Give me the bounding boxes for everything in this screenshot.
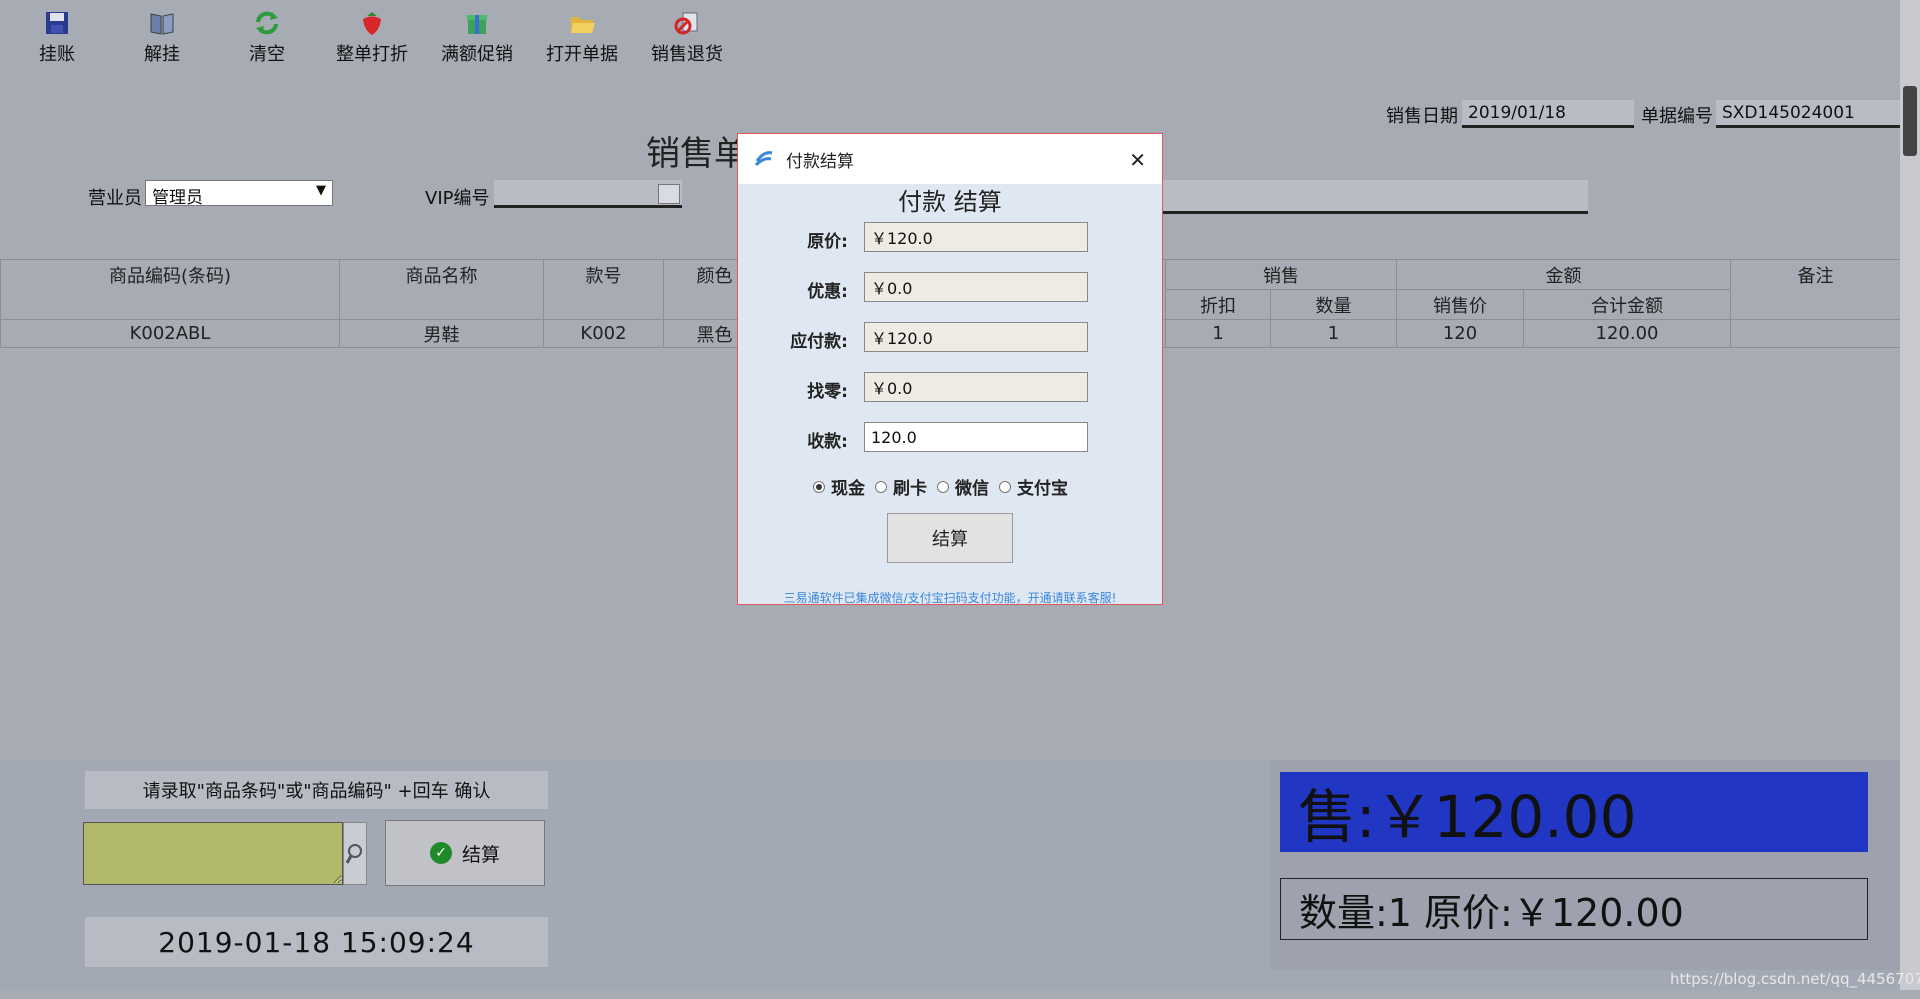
sale-summary-display: 数量:1 原价:￥120.00 <box>1280 878 1868 940</box>
payment-method-group: 现金 刷卡 微信 支付宝 <box>813 474 1068 499</box>
col-header-name: 商品名称 <box>339 259 544 320</box>
toolbar-label: 挂账 <box>39 44 75 65</box>
close-icon[interactable]: ✕ <box>1129 148 1146 172</box>
salesperson-select[interactable]: 管理员 ▼ <box>145 180 333 208</box>
confirm-payment-button[interactable]: 结算 <box>887 513 1013 563</box>
book-icon <box>150 13 174 35</box>
gift-box-icon <box>467 15 487 34</box>
cell-qty[interactable]: 1 <box>1270 319 1397 348</box>
toolbar-label: 整单打折 <box>336 44 408 65</box>
salesperson-value: 管理员 <box>152 188 203 208</box>
col-header-price: 销售价 <box>1396 289 1524 320</box>
scan-hint: 请录取"商品条码"或"商品编码" +回车 确认 <box>85 771 548 809</box>
amount-due-field[interactable] <box>864 322 1088 352</box>
original-price-label: 原价: <box>807 232 848 252</box>
vip-lookup-icon[interactable] <box>658 184 680 204</box>
change-label: 找零: <box>807 382 848 402</box>
toolbar-button-hang[interactable]: 挂账 <box>7 10 107 66</box>
sale-date-field[interactable] <box>1462 100 1634 128</box>
checkmark-icon: ✓ <box>429 842 452 864</box>
payment-radio-label: 现金 <box>831 479 865 499</box>
chevron-down-icon: ▼ <box>316 183 326 198</box>
datetime-display: 2019-01-18 15:09:24 <box>85 917 548 967</box>
cell-remark[interactable] <box>1730 319 1901 348</box>
dialog-note: 三易通软件已集成微信/支付宝扫码支付功能，开通请联系客服! <box>783 591 1117 605</box>
cell-code[interactable]: K002ABL <box>0 319 340 348</box>
strawberry-icon <box>363 12 381 35</box>
barcode-input[interactable] <box>83 822 343 885</box>
col-header-sales-group: 销售 <box>1165 259 1397 290</box>
toolbar-button-open-doc[interactable]: 打开单据 <box>532 10 632 66</box>
header-extra-field[interactable] <box>1162 180 1588 214</box>
page-title: 销售单 <box>646 134 748 174</box>
cell-price[interactable]: 120 <box>1396 319 1524 348</box>
radio-icon <box>875 480 887 493</box>
col-header-remark: 备注 <box>1730 259 1901 320</box>
folder-icon <box>571 17 595 33</box>
payment-radio-cash[interactable]: 现金 <box>813 474 865 499</box>
toolbar-button-return[interactable]: 销售退货 <box>637 10 737 66</box>
col-header-code: 商品编码(条码) <box>0 259 340 320</box>
toolbar-label: 打开单据 <box>546 44 618 65</box>
return-icon <box>674 12 698 35</box>
cell-style[interactable]: K002 <box>543 319 664 348</box>
floppy-icon <box>46 12 68 34</box>
received-label: 收款: <box>807 432 848 452</box>
discount-field[interactable] <box>864 272 1088 302</box>
vip-field[interactable] <box>494 180 682 208</box>
amount-due-label: 应付款: <box>790 332 848 352</box>
payment-radio-wechat[interactable]: 微信 <box>937 474 989 499</box>
dialog-title: 付款结算 <box>786 151 854 172</box>
col-header-style: 款号 <box>543 259 664 320</box>
watermark-text: https://blog.csdn.net/qq_4456707 <box>1670 970 1920 988</box>
radio-selected-icon <box>813 480 825 493</box>
doc-number-field[interactable] <box>1716 100 1900 128</box>
col-header-qty: 数量 <box>1270 289 1397 320</box>
radio-icon <box>937 480 949 493</box>
checkout-label: 结算 <box>461 843 500 866</box>
dialog-heading: 付款 结算 <box>898 188 1002 216</box>
dialog-header: 付款结算 ✕ <box>738 134 1162 184</box>
col-header-discount: 折扣 <box>1165 289 1271 320</box>
radio-icon <box>999 480 1011 493</box>
sale-date-label: 销售日期 <box>1386 106 1458 127</box>
discount-label: 优惠: <box>807 282 848 302</box>
col-header-amount-group: 金额 <box>1396 259 1731 290</box>
vip-label: VIP编号 <box>425 188 490 209</box>
payment-radio-card[interactable]: 刷卡 <box>875 474 927 499</box>
refresh-icon <box>256 11 278 35</box>
scrollbar-thumb[interactable] <box>1903 86 1917 156</box>
cell-total[interactable]: 120.00 <box>1523 319 1731 348</box>
cell-discount[interactable]: 1 <box>1165 319 1271 348</box>
toolbar-button-clear[interactable]: 清空 <box>217 10 317 66</box>
toolbar-button-discount[interactable]: 整单打折 <box>322 10 422 66</box>
payment-radio-label: 微信 <box>955 479 989 499</box>
toolbar-label: 解挂 <box>144 44 180 65</box>
salesperson-label: 营业员 <box>88 188 142 209</box>
payment-radio-label: 刷卡 <box>893 479 927 499</box>
toolbar-button-promotion[interactable]: 满额促销 <box>427 10 527 66</box>
payment-radio-alipay[interactable]: 支付宝 <box>999 474 1068 499</box>
sale-total-display: 售:￥120.00 <box>1280 772 1868 852</box>
magnifier-icon[interactable] <box>343 822 367 885</box>
checkout-button[interactable]: ✓ 结算 <box>385 820 545 886</box>
received-field[interactable] <box>864 422 1088 452</box>
payment-dialog: 付款结算 ✕ 付款 结算 原价: 优惠: 应付款: 找零: 收款: 现金 刷卡 … <box>737 133 1163 605</box>
toolbar-label: 满额促销 <box>441 44 513 65</box>
change-field[interactable] <box>864 372 1088 402</box>
toolbar-label: 清空 <box>249 44 285 65</box>
toolbar-label: 销售退货 <box>651 44 723 65</box>
doc-number-label: 单据编号 <box>1641 106 1713 127</box>
app-logo-icon <box>754 151 773 167</box>
toolbar: 挂账 解挂 清空 整单打折 满额促销 打开单据 销售退货 <box>0 0 1900 70</box>
original-price-field[interactable] <box>864 222 1088 252</box>
toolbar-button-unhang[interactable]: 解挂 <box>112 10 212 66</box>
cell-name[interactable]: 男鞋 <box>339 319 544 348</box>
col-header-total: 合计金额 <box>1523 289 1731 320</box>
payment-radio-label: 支付宝 <box>1017 479 1068 499</box>
